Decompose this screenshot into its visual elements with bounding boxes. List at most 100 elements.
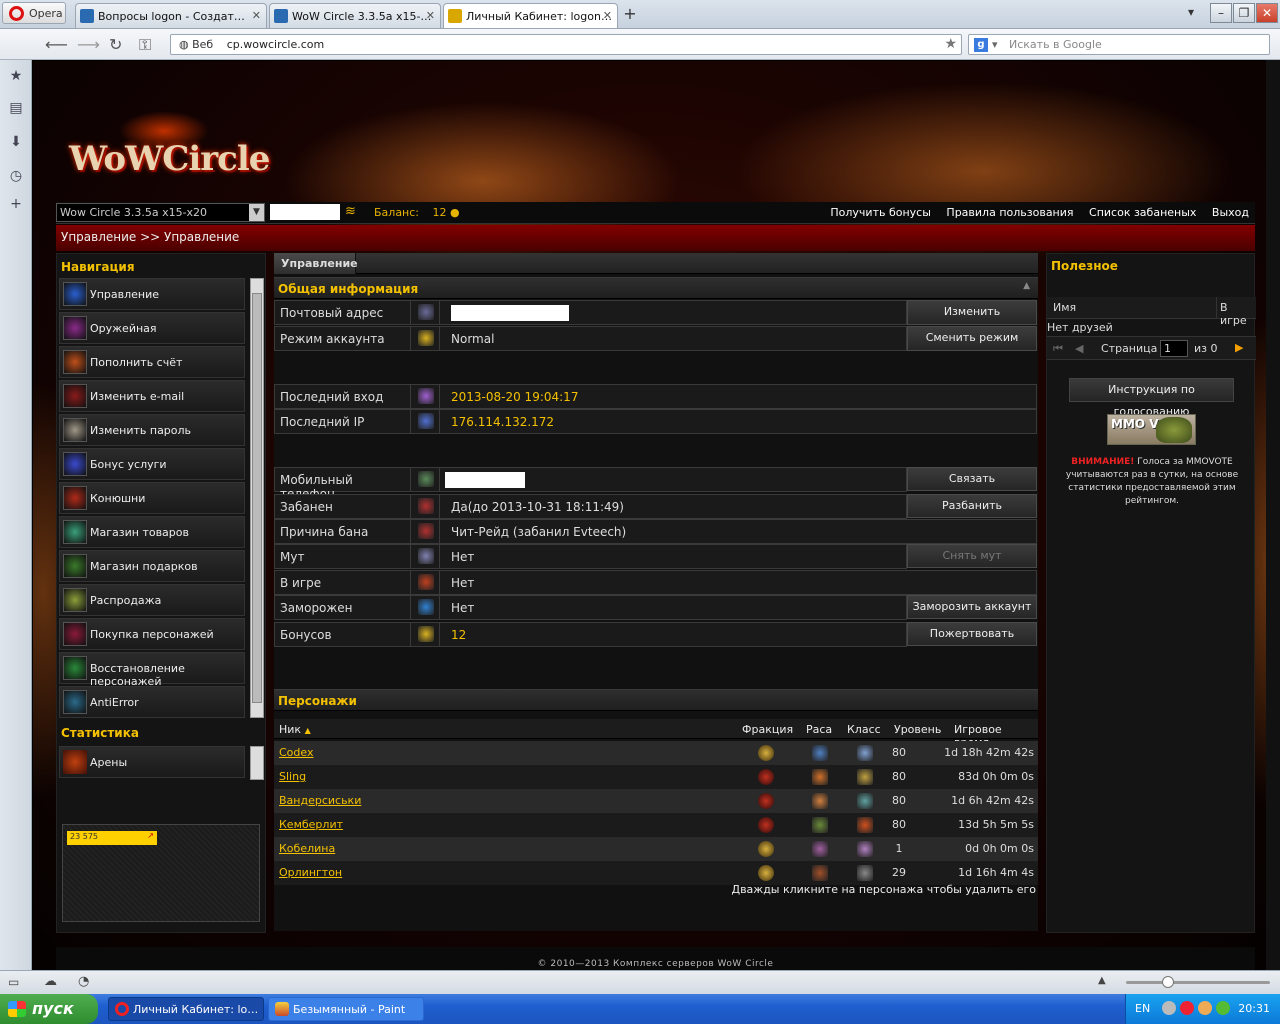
tab-close-icon[interactable]: ✕ xyxy=(252,9,261,22)
info-row-button[interactable]: Снять мут xyxy=(907,544,1037,568)
info-row-button[interactable]: Связать xyxy=(907,467,1037,491)
visitor-counter[interactable]: 23 575 ↗ xyxy=(62,824,260,922)
nav-item[interactable]: AntiError xyxy=(59,686,245,718)
nav-item-arenas[interactable]: Арены xyxy=(59,746,245,778)
stats-scrollbar[interactable] xyxy=(250,746,264,780)
reload-icon[interactable]: ↻ xyxy=(109,35,122,54)
table-row[interactable]: Кемберлит 80 13d 5h 5m 5s xyxy=(274,813,1038,837)
start-button[interactable]: пуск xyxy=(0,994,98,1024)
character-name-link[interactable]: Кемберлит xyxy=(279,818,343,831)
character-name-link[interactable]: Sling xyxy=(279,770,306,783)
table-row[interactable]: Sling 80 83d 0h 0m 0s xyxy=(274,765,1038,789)
opera-menu-button[interactable]: Opera xyxy=(2,2,66,24)
character-name-link[interactable]: Орлингтон xyxy=(279,866,342,879)
site-logo[interactable]: WoWCircle xyxy=(69,111,270,191)
nav-scrollbar[interactable] xyxy=(250,278,264,718)
nav-item[interactable]: Распродажа xyxy=(59,584,245,616)
scrollbar-thumb[interactable] xyxy=(252,293,262,703)
character-playtime: 1d 18h 42m 42s xyxy=(944,746,1034,759)
tab-management[interactable]: Управление xyxy=(274,253,358,274)
rules-link[interactable]: Правила пользования xyxy=(946,206,1073,219)
character-name-link[interactable]: Кобелина xyxy=(279,842,335,855)
nav-item[interactable]: Изменить e-mail xyxy=(59,380,245,412)
table-row[interactable]: Вандерсиськи 80 1d 6h 42m 42s xyxy=(274,789,1038,813)
nav-item[interactable]: Конюшни xyxy=(59,482,245,514)
vote-instructions-button[interactable]: Инструкция по голосованию xyxy=(1069,378,1234,418)
browser-tab[interactable]: Вопросы logon - Создат… ✕ xyxy=(75,3,267,28)
first-page-icon[interactable]: ⏮ xyxy=(1053,342,1063,356)
nav-item[interactable]: Восстановление персонажей xyxy=(59,652,245,688)
bookmarks-icon[interactable]: ★ xyxy=(8,68,24,84)
forward-icon[interactable]: ⟶ xyxy=(77,35,100,54)
tab-close-icon[interactable]: ✕ xyxy=(426,9,435,22)
zoom-slider[interactable] xyxy=(1126,976,1270,988)
history-icon[interactable]: ◷ xyxy=(8,168,24,184)
search-input[interactable]: g ▾ Искать в Google xyxy=(968,34,1270,55)
prev-page-icon[interactable]: ◀ xyxy=(1075,342,1083,355)
downloads-icon[interactable]: ⬇ xyxy=(8,134,24,150)
taskbar-item-paint[interactable]: Безымянный - Paint xyxy=(268,997,424,1021)
next-page-icon[interactable]: ▶ xyxy=(1235,341,1243,354)
tray-update-icon[interactable] xyxy=(1198,1001,1212,1015)
logout-link[interactable]: Выход xyxy=(1212,206,1249,219)
column-nick[interactable]: Ник ▲ xyxy=(279,723,311,736)
browser-tab[interactable]: WoW Circle 3.3.5a x15-… ✕ xyxy=(269,3,441,28)
info-row-button[interactable]: Изменить xyxy=(907,300,1037,325)
notes-icon[interactable]: ▤ xyxy=(8,100,24,116)
speed-dial-icon[interactable]: ◔ xyxy=(78,974,89,989)
page-scrollbar[interactable] xyxy=(1266,60,1280,970)
table-row[interactable]: Орлингтон 29 1d 16h 4m 4s xyxy=(274,861,1038,885)
nav-item[interactable]: Изменить пароль xyxy=(59,414,245,446)
language-indicator[interactable]: EN xyxy=(1135,1002,1150,1015)
search-engine-dropdown-icon[interactable]: ▾ xyxy=(992,38,998,51)
bookmark-star-icon[interactable]: ★ xyxy=(944,36,957,52)
column-race[interactable]: Раса xyxy=(806,723,832,736)
useful-title: Полезное xyxy=(1051,259,1118,273)
cloud-icon[interactable]: ☁ xyxy=(44,974,57,989)
tray-alert-icon[interactable] xyxy=(1180,1001,1194,1015)
browser-tab-active[interactable]: Личный Кабинет: logon… ✕ xyxy=(443,3,618,28)
nav-item[interactable]: Магазин товаров xyxy=(59,516,245,548)
info-row-label: Мут xyxy=(275,545,411,568)
character-name-link[interactable]: Вандерсиськи xyxy=(279,794,361,807)
page-number-input[interactable]: 1 xyxy=(1160,340,1188,357)
nav-item[interactable]: Оружейная xyxy=(59,312,245,344)
nav-item[interactable]: Магазин подарков xyxy=(59,550,245,582)
panel-toggle-icon[interactable]: ▭ xyxy=(8,975,19,989)
info-row-button[interactable]: Разбанить xyxy=(907,494,1037,518)
key-icon[interactable]: ⚿ xyxy=(139,35,151,55)
info-row-value: 176.114.132.172 xyxy=(451,415,555,429)
info-row-button[interactable]: Сменить режим xyxy=(907,326,1037,351)
banned-list-link[interactable]: Список забаненых xyxy=(1089,206,1196,219)
table-row[interactable]: Кобелина 1 0d 0h 0m 0s xyxy=(274,837,1038,861)
add-panel-icon[interactable]: + xyxy=(8,196,24,212)
get-bonuses-link[interactable]: Получить бонусы xyxy=(830,206,931,219)
minimize-button[interactable]: – xyxy=(1210,3,1232,23)
collapse-icon[interactable]: ▲ xyxy=(1023,281,1030,291)
mmovote-banner[interactable]: MMO VOTE xyxy=(1107,414,1196,445)
column-level[interactable]: Уровень xyxy=(894,723,941,736)
info-row-button[interactable]: Заморозить аккаунт xyxy=(907,595,1037,619)
column-class[interactable]: Класс xyxy=(847,723,881,736)
status-up-icon[interactable]: ▲ xyxy=(1098,975,1106,986)
taskbar-item-opera[interactable]: Личный Кабинет: lo… xyxy=(108,997,264,1021)
table-row[interactable]: Codex 80 1d 18h 42m 42s xyxy=(274,741,1038,765)
zoom-slider-handle[interactable] xyxy=(1162,976,1174,988)
new-tab-button[interactable]: + xyxy=(620,4,640,24)
nav-item[interactable]: Пополнить счёт xyxy=(59,346,245,378)
column-faction[interactable]: Фракция xyxy=(742,723,793,736)
nav-item[interactable]: Покупка персонажей xyxy=(59,618,245,650)
realm-select[interactable]: Wow Circle 3.3.5a x15-x20 ▼ xyxy=(56,203,265,222)
nav-item[interactable]: Управление xyxy=(59,278,245,310)
tab-list-icon[interactable]: ▾ xyxy=(1180,3,1202,23)
tab-close-icon[interactable]: ✕ xyxy=(603,9,612,22)
tray-network-icon[interactable] xyxy=(1162,1001,1176,1015)
character-name-link[interactable]: Codex xyxy=(279,746,313,759)
nav-item[interactable]: Бонус услуги xyxy=(59,448,245,480)
back-icon[interactable]: ⟵ xyxy=(45,35,68,54)
close-window-button[interactable]: ✕ xyxy=(1256,3,1278,23)
info-row-button[interactable]: Пожертвовать xyxy=(907,622,1037,646)
tray-security-icon[interactable] xyxy=(1216,1001,1230,1015)
maximize-button[interactable]: ❐ xyxy=(1233,3,1255,23)
url-input[interactable]: ◍ Веб cp.wowcircle.com ★ xyxy=(170,34,962,55)
